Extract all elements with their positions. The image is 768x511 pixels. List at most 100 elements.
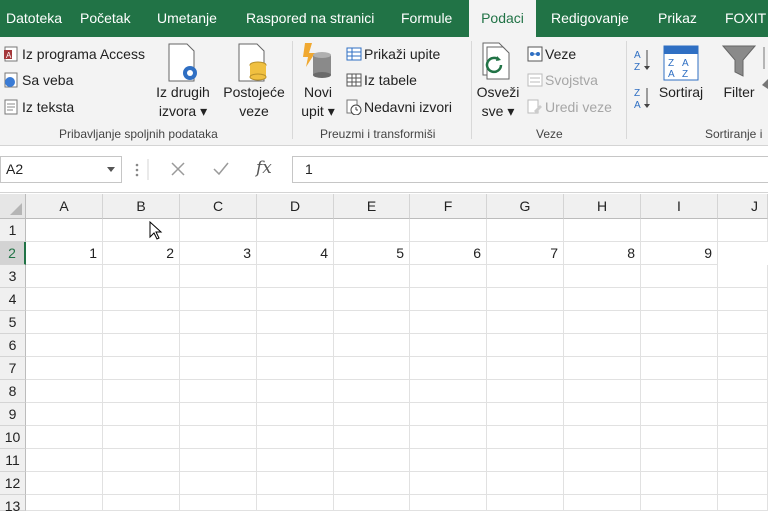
grid-cell[interactable]: [487, 219, 564, 242]
grid-cell[interactable]: [103, 472, 180, 495]
grid-cell[interactable]: [26, 288, 103, 311]
column-header-h[interactable]: H: [564, 194, 641, 219]
grid-cell[interactable]: [26, 472, 103, 495]
grid-cell[interactable]: [718, 334, 768, 357]
grid-cell[interactable]: [26, 380, 103, 403]
grid-cell[interactable]: [257, 380, 334, 403]
grid-cell[interactable]: [487, 495, 564, 511]
grid-cell[interactable]: [257, 334, 334, 357]
grid-cell[interactable]: [410, 426, 487, 449]
grid-cell[interactable]: [103, 403, 180, 426]
grid-cell[interactable]: [103, 219, 180, 242]
grid-cell[interactable]: [564, 219, 641, 242]
row-header-10[interactable]: 10: [0, 426, 26, 449]
grid-cell[interactable]: [257, 403, 334, 426]
select-all-button[interactable]: [0, 194, 26, 219]
grid-cell[interactable]: [26, 311, 103, 334]
grid-cell[interactable]: [103, 265, 180, 288]
filter-button[interactable]: Filter: [716, 39, 762, 102]
row-header-9[interactable]: 9: [0, 403, 26, 426]
refresh-all-button[interactable]: Osveži sve ▾: [474, 39, 522, 121]
row-header-3[interactable]: 3: [0, 265, 26, 288]
grid-cell[interactable]: [180, 403, 257, 426]
grid-cell[interactable]: [718, 357, 768, 380]
worksheet-grid[interactable]: A B C D E F G H I J 1 2 3 4 5 6 7 8 9 10…: [0, 194, 768, 511]
grid-cell[interactable]: [410, 472, 487, 495]
row-header-8[interactable]: 8: [0, 380, 26, 403]
grid-cell[interactable]: [257, 265, 334, 288]
grid-cell[interactable]: [257, 311, 334, 334]
grid-cell[interactable]: [718, 288, 768, 311]
cell-d2[interactable]: 4: [257, 242, 334, 265]
connections-button[interactable]: Veze: [527, 43, 576, 65]
grid-cell[interactable]: [26, 219, 103, 242]
grid-cell[interactable]: [564, 426, 641, 449]
grid-cell[interactable]: [334, 265, 410, 288]
grid-cell[interactable]: [564, 311, 641, 334]
grid-cell[interactable]: [180, 380, 257, 403]
row-header-11[interactable]: 11: [0, 449, 26, 472]
grid-cell[interactable]: [641, 472, 718, 495]
tab-datoteka[interactable]: Datoteka: [6, 0, 62, 37]
grid-cell[interactable]: [26, 334, 103, 357]
grid-cell[interactable]: [103, 288, 180, 311]
grid-cell[interactable]: [410, 288, 487, 311]
grid-cell[interactable]: [180, 265, 257, 288]
grid-cell[interactable]: [641, 380, 718, 403]
grid-cell[interactable]: [334, 426, 410, 449]
sort-za-icon[interactable]: ZA: [633, 85, 653, 114]
grid-cell[interactable]: [26, 495, 103, 511]
grid-cell[interactable]: [564, 495, 641, 511]
show-queries-button[interactable]: Prikaži upite: [346, 43, 440, 65]
row-header-7[interactable]: 7: [0, 357, 26, 380]
chevron-down-icon[interactable]: [107, 167, 115, 172]
edit-links-button[interactable]: Uredi veze: [527, 96, 612, 118]
grid-cell[interactable]: [564, 334, 641, 357]
existing-connections-button[interactable]: Postojeće veze: [222, 39, 286, 121]
sort-button[interactable]: ZAAZ Sortiraj: [654, 39, 708, 102]
grid-cell[interactable]: [564, 288, 641, 311]
grid-cell[interactable]: [180, 449, 257, 472]
grid-cell[interactable]: [564, 380, 641, 403]
column-header-g[interactable]: G: [487, 194, 564, 219]
column-header-d[interactable]: D: [257, 194, 334, 219]
tab-pocetak[interactable]: Početak: [80, 0, 131, 37]
grid-cell[interactable]: [410, 380, 487, 403]
formula-input[interactable]: 1: [292, 156, 768, 183]
grid-cell[interactable]: [487, 288, 564, 311]
cell-c2[interactable]: 3: [180, 242, 257, 265]
grid-cell[interactable]: [334, 311, 410, 334]
grid-cell[interactable]: [334, 495, 410, 511]
sort-az-icon[interactable]: AZ: [633, 47, 653, 76]
grid-cell[interactable]: [410, 495, 487, 511]
grid-cell[interactable]: [641, 495, 718, 511]
grid-cell[interactable]: [103, 426, 180, 449]
from-access-button[interactable]: A Iz programa Access: [4, 43, 145, 65]
grid-cell[interactable]: [718, 472, 768, 495]
grid-cell[interactable]: [487, 357, 564, 380]
grid-cell[interactable]: [641, 357, 718, 380]
grid-cell[interactable]: [334, 472, 410, 495]
cancel-icon[interactable]: [171, 162, 185, 176]
row-header-12[interactable]: 12: [0, 472, 26, 495]
grid-cell[interactable]: [257, 219, 334, 242]
grid-cell[interactable]: [410, 334, 487, 357]
enter-checkmark-icon[interactable]: [213, 162, 229, 176]
grid-cell[interactable]: [180, 311, 257, 334]
grid-cell[interactable]: [257, 357, 334, 380]
grid-cell[interactable]: [334, 403, 410, 426]
grid-cell[interactable]: [26, 449, 103, 472]
row-header-2[interactable]: 2: [0, 242, 26, 265]
cell-a2[interactable]: 1: [26, 242, 103, 265]
grid-cell[interactable]: [410, 265, 487, 288]
tab-foxit[interactable]: FOXIT I: [725, 0, 768, 37]
grid-cell[interactable]: [180, 334, 257, 357]
column-header-b[interactable]: B: [103, 194, 180, 219]
tab-formule[interactable]: Formule: [401, 0, 452, 37]
name-box[interactable]: A2: [0, 156, 122, 183]
other-sources-button[interactable]: Iz drugih izvora ▾: [152, 39, 214, 121]
grid-cell[interactable]: [103, 334, 180, 357]
cell-e2[interactable]: 5: [334, 242, 410, 265]
grid-cell[interactable]: [487, 449, 564, 472]
grid-cell[interactable]: [257, 495, 334, 511]
